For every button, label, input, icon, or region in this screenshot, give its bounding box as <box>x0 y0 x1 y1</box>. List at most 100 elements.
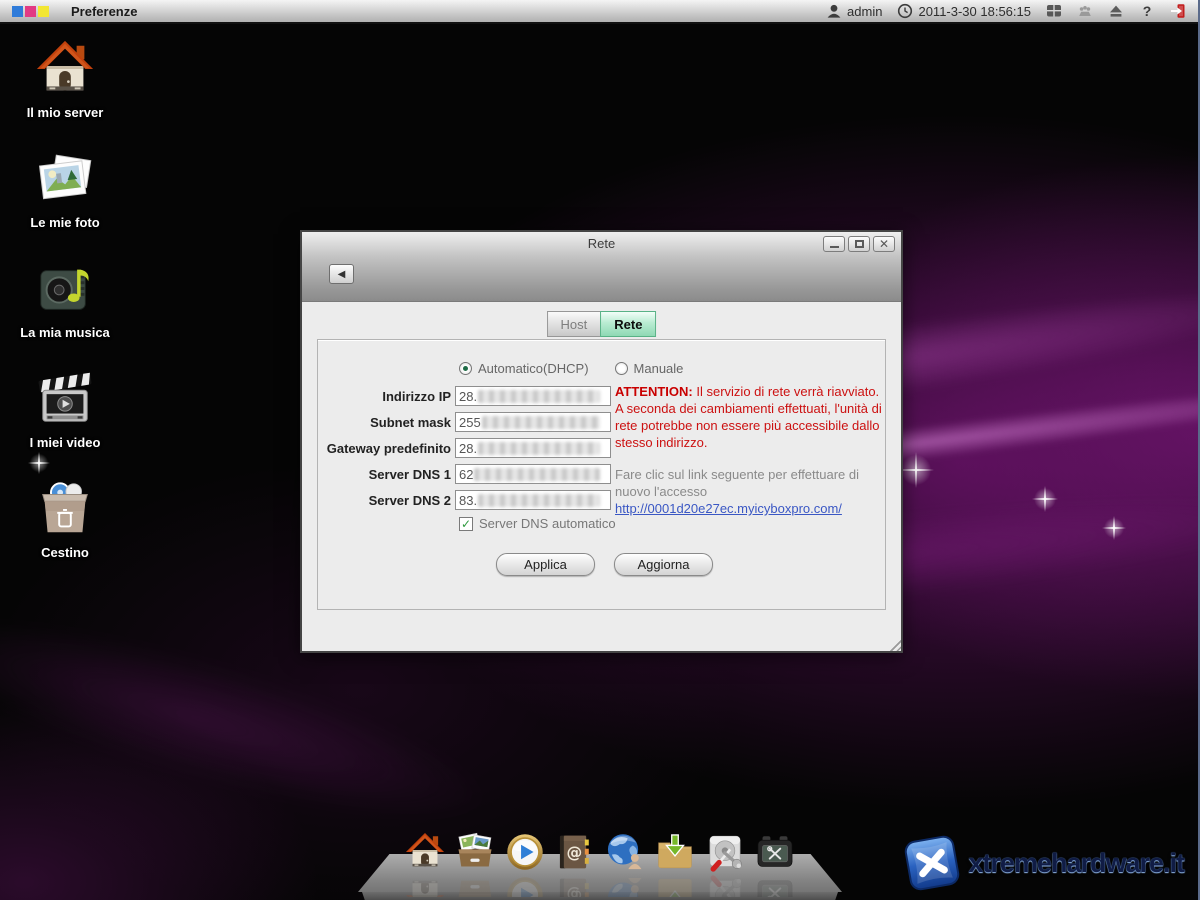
radio-manual-label: Manuale <box>634 361 684 376</box>
back-button[interactable]: ◀ <box>329 264 354 284</box>
icon-reflection <box>554 874 596 897</box>
desktop-icon-label: I miei video <box>8 435 122 450</box>
home-icon <box>34 38 96 100</box>
menubar-status-area: admin 2011-3-30 18:56:15 <box>826 3 1186 19</box>
logout-icon[interactable] <box>1170 3 1186 19</box>
icon-reflection <box>604 874 646 897</box>
dock-item-contacts[interactable] <box>553 831 597 897</box>
desktop-icon-my-videos[interactable]: I miei video <box>8 368 122 478</box>
dns-auto-row: ✓ Server DNS automatico <box>459 516 616 531</box>
field-row-dns2: Server DNS 2 83. <box>318 490 611 510</box>
username-label: admin <box>847 4 882 19</box>
eject-icon[interactable] <box>1108 3 1124 19</box>
media-player-icon <box>504 831 546 873</box>
subnet-mask-value: 255 <box>459 415 481 430</box>
user-icon <box>826 3 842 19</box>
menubar: Preferenze admin 2011-3-30 18:56:15 <box>0 0 1198 24</box>
desktop-icon-trash[interactable]: Cestino <box>8 478 122 588</box>
maximize-glyph <box>855 240 864 248</box>
close-button[interactable]: ✕ <box>873 236 895 252</box>
xtremehardware-logo-icon <box>902 833 962 893</box>
window-header[interactable]: Rete ✕ ◀ <box>302 232 901 302</box>
photos-icon <box>34 148 96 210</box>
desktop-icon-label: Il mio server <box>8 105 122 120</box>
close-icon: ✕ <box>879 238 889 250</box>
window-title: Rete <box>302 232 901 251</box>
clock-indicator: 2011-3-30 18:56:15 <box>897 3 1031 19</box>
dock <box>358 845 842 900</box>
ip-address-input[interactable]: 28. <box>455 386 611 406</box>
desktop-icon-list: Il mio server Le mie foto La mia musica … <box>8 38 122 588</box>
network-dialog: Rete ✕ ◀ Host Rete Automatico(DHCP) <box>300 230 903 653</box>
dock-item-toolbox[interactable] <box>753 831 797 897</box>
logo-square-pink <box>25 6 36 17</box>
attention-panel: ATTENTION: Il servizio di rete verrà ria… <box>615 383 887 517</box>
subnet-mask-label: Subnet mask <box>318 415 451 430</box>
field-row-dns1: Server DNS 1 62 <box>318 464 611 484</box>
dock-item-downloads[interactable] <box>653 831 697 897</box>
minimize-button[interactable] <box>823 236 845 252</box>
default-gateway-label: Gateway predefinito <box>318 441 451 456</box>
maximize-button[interactable] <box>848 236 870 252</box>
dns1-value: 62 <box>459 467 473 482</box>
subnet-mask-input[interactable]: 255 <box>455 412 611 432</box>
dns-auto-checkbox[interactable]: ✓ <box>459 517 473 531</box>
radio-manual[interactable] <box>615 362 628 375</box>
watermark: xtremehardware.it <box>906 837 1184 889</box>
icon-reflection <box>754 874 796 897</box>
contacts-icon <box>554 831 596 873</box>
apply-button[interactable]: Applica <box>496 553 595 576</box>
field-row-ip: Indirizzo IP 28. <box>318 386 611 406</box>
dock-item-photos[interactable] <box>453 831 497 897</box>
desktop-icon-my-server[interactable]: Il mio server <box>8 38 122 148</box>
home-icon <box>404 831 446 873</box>
desktop-icon-my-photos[interactable]: Le mie foto <box>8 148 122 258</box>
trash-icon <box>34 478 96 540</box>
refresh-button[interactable]: Aggiorna <box>614 553 713 576</box>
default-gateway-input[interactable]: 28. <box>455 438 611 458</box>
video-icon <box>34 368 96 430</box>
network-share-icon <box>604 831 646 873</box>
radio-dhcp[interactable] <box>459 362 472 375</box>
datetime-label: 2011-3-30 18:56:15 <box>918 4 1031 19</box>
redacted-value <box>478 390 600 403</box>
download-folder-icon <box>654 831 696 873</box>
desktop-icon-label: Cestino <box>8 545 122 560</box>
dock-item-media-player[interactable] <box>503 831 547 897</box>
redacted-value <box>474 468 600 481</box>
clock-icon <box>897 3 913 19</box>
brand-logo <box>12 6 49 17</box>
dns-auto-label: Server DNS automatico <box>479 516 616 531</box>
photos-box-icon <box>454 831 496 873</box>
tab-rete[interactable]: Rete <box>600 311 656 337</box>
network-settings-group: Automatico(DHCP) Manuale Indirizzo IP 28… <box>317 339 886 610</box>
help-icon[interactable]: ? <box>1139 3 1155 19</box>
field-row-gateway: Gateway predefinito 28. <box>318 438 611 458</box>
dock-item-disk-utility[interactable] <box>703 831 747 897</box>
dns1-input[interactable]: 62 <box>455 464 611 484</box>
resize-grip[interactable] <box>887 637 901 651</box>
dock-item-network-share[interactable] <box>603 831 647 897</box>
icon-reflection <box>704 874 746 897</box>
logo-square-blue <box>12 6 23 17</box>
tab-host[interactable]: Host <box>547 311 601 337</box>
back-arrow-icon: ◀ <box>338 269 346 280</box>
menu-preferences[interactable]: Preferenze <box>71 4 137 19</box>
dns1-label: Server DNS 1 <box>318 467 451 482</box>
user-indicator: admin <box>826 3 882 19</box>
checkmark-icon: ✓ <box>461 518 471 530</box>
dns2-label: Server DNS 2 <box>318 493 451 508</box>
wallpaper-sparkle <box>898 452 934 488</box>
icon-reflection <box>654 874 696 897</box>
workgroup-icon[interactable] <box>1077 3 1093 19</box>
windows-grid-icon[interactable] <box>1046 3 1062 19</box>
dock-item-home[interactable] <box>403 831 447 897</box>
attention-title: ATTENTION: <box>615 384 693 399</box>
svg-text:?: ? <box>1143 3 1152 19</box>
redacted-value <box>478 494 600 507</box>
default-gateway-value: 28. <box>459 441 477 456</box>
dns2-value: 83. <box>459 493 477 508</box>
desktop-icon-my-music[interactable]: La mia musica <box>8 258 122 368</box>
dns2-input[interactable]: 83. <box>455 490 611 510</box>
reconnect-link[interactable]: http://0001d20e27ec.myicyboxpro.com/ <box>615 501 842 516</box>
